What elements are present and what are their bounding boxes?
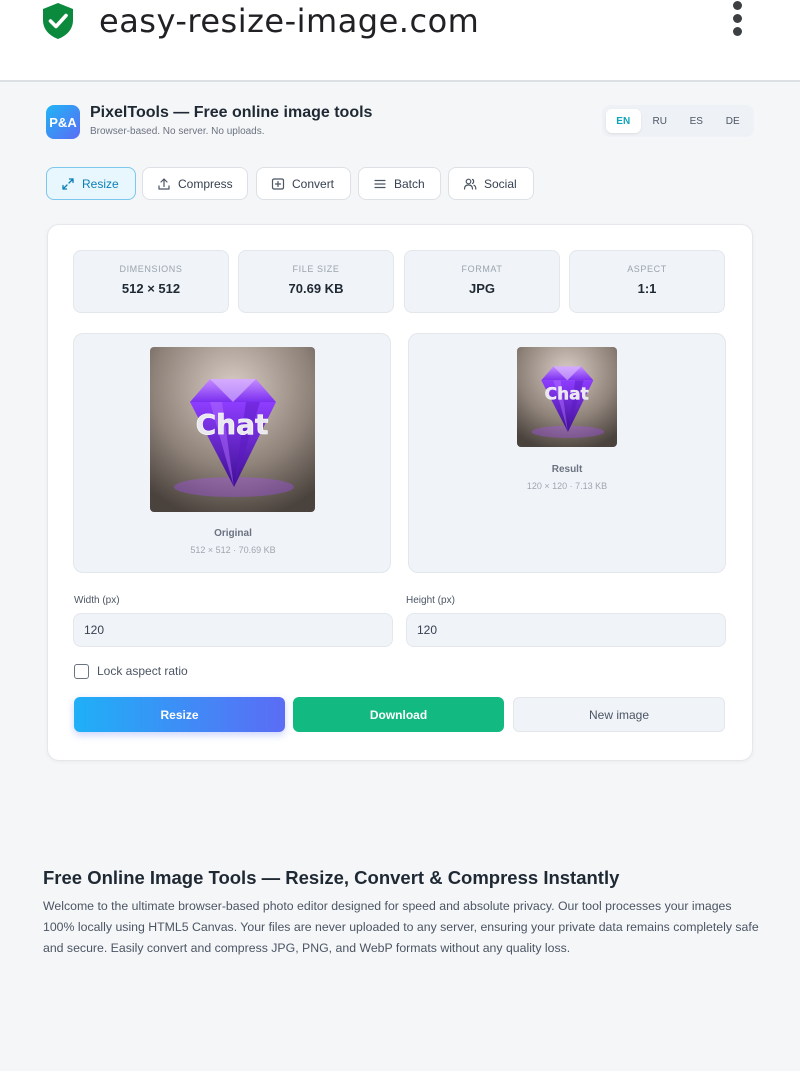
result-caption-title: Result [551,464,583,475]
new-image-button[interactable]: New image [513,697,725,732]
resize-button[interactable]: Resize [74,697,285,732]
gem-text: Chat [196,408,269,441]
stat-format: FORMAT JPG [404,250,560,313]
stat-value: 1:1 [637,281,657,296]
article-body: Welcome to the ultimate browser-based ph… [43,899,759,955]
lock-aspect-checkbox[interactable] [74,664,89,679]
height-label: Height (px) [406,595,455,606]
stat-label: FORMAT [461,264,503,274]
width-input[interactable] [73,613,393,647]
browser-address-bar: easy-resize-image.com [0,0,800,82]
width-label: Width (px) [74,595,120,606]
users-icon [463,178,477,190]
tab-social-label: Social [484,176,517,191]
tab-convert-label: Convert [292,176,335,191]
tab-convert[interactable]: Convert [256,167,351,200]
list-icon [374,179,386,188]
expand-arrows-icon [62,177,74,190]
height-input[interactable] [406,613,726,647]
tab-resize-label: Resize [82,176,119,191]
url-text[interactable]: easy-resize-image.com [99,2,479,40]
stat-label: FILE SIZE [292,264,340,274]
stat-dimensions: DIMENSIONS 512 × 512 [73,250,229,313]
stat-aspect: ASPECT 1:1 [569,250,725,313]
app-subtitle: Browser-based. No server. No uploads. [90,126,265,137]
security-shield-icon[interactable] [40,1,76,41]
stat-value: 512 × 512 [121,281,181,296]
stat-value: JPG [468,281,495,296]
app-title: PixelTools — Free online image tools [90,104,373,121]
original-caption-title: Original [214,528,252,539]
lang-en-button[interactable]: EN [606,109,641,133]
download-button[interactable]: Download [293,697,504,732]
original-image: Chat [150,347,315,512]
app-logo: P&A [46,105,80,139]
stat-label: DIMENSIONS [119,264,183,274]
kebab-menu-icon[interactable] [726,0,750,40]
tab-batch[interactable]: Batch [358,167,441,200]
tab-batch-label: Batch [394,176,425,191]
result-image: Chat [517,347,617,447]
language-switcher: EN RU ES DE [602,105,754,137]
article-title: Free Online Image Tools — Resize, Conver… [43,867,620,888]
lang-de-button[interactable]: DE [716,109,751,133]
gem-text: Chat [545,384,589,404]
stat-label: ASPECT [627,264,667,274]
original-caption-meta: 512 × 512 · 70.69 KB [190,545,276,555]
lang-es-button[interactable]: ES [679,109,714,133]
stat-file-size: FILE SIZE 70.69 KB [238,250,394,313]
tab-compress[interactable]: Compress [142,167,248,200]
result-caption-meta: 120 × 120 · 7.13 KB [526,481,608,491]
lang-ru-button[interactable]: RU [643,109,678,133]
tab-social[interactable]: Social [448,167,534,200]
tab-resize[interactable]: Resize [46,167,136,200]
convert-icon [271,177,285,190]
stat-value: 70.69 KB [288,281,344,296]
lock-aspect-label[interactable]: Lock aspect ratio [97,664,188,678]
upload-icon [158,177,170,190]
tab-compress-label: Compress [178,176,233,191]
